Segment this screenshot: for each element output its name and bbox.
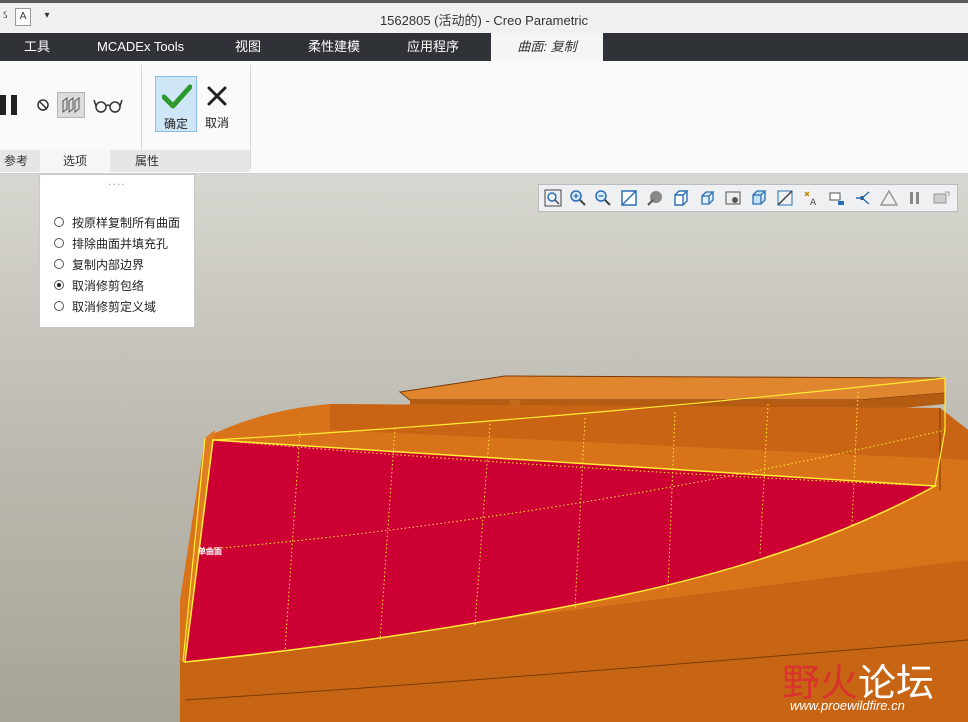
title-bar: ઽ A ▾ 1562805 (活动的) - Creo Parametric <box>0 0 968 33</box>
tab-references[interactable]: 参考 <box>0 150 38 172</box>
glasses-icon[interactable] <box>93 96 123 114</box>
option-copy-inside-boundary[interactable]: 复制内部边界 <box>54 255 144 273</box>
saved-orientations-icon[interactable] <box>697 188 717 208</box>
options-panel: .... 按原样复制所有曲面 排除曲面并填充孔 复制内部边界 取消修剪包络 取消… <box>39 174 195 328</box>
axis-icon[interactable] <box>853 188 873 208</box>
check-icon <box>162 84 192 109</box>
surface-label: 单曲面 <box>198 547 222 556</box>
radio-exclude-fill-holes[interactable] <box>54 238 64 248</box>
warning-icon[interactable] <box>879 188 899 208</box>
menu-view[interactable]: 视图 <box>235 33 261 61</box>
annotation-icon[interactable]: A <box>801 188 821 208</box>
ribbon: 参考 选项 属性 <box>0 61 968 174</box>
zoom-out-icon[interactable] <box>593 188 613 208</box>
option-label: 复制内部边界 <box>72 257 145 272</box>
preview-toggle-button[interactable] <box>57 92 85 118</box>
refit-icon[interactable] <box>543 188 563 208</box>
close-icon <box>207 86 227 106</box>
panel-grip[interactable]: .... <box>40 175 194 188</box>
radio-copy-all-surfaces[interactable] <box>54 217 64 227</box>
zoom-in-icon[interactable] <box>568 188 588 208</box>
menu-applications[interactable]: 应用程序 <box>407 33 459 61</box>
menu-mcadex-tools[interactable]: MCADEx Tools <box>97 33 184 61</box>
tab-surface-copy[interactable]: 曲面: 复制 <box>491 33 603 61</box>
datum-display-icon[interactable] <box>775 188 795 208</box>
ribbon-subtabs: 参考 选项 属性 <box>0 150 250 172</box>
cancel-button[interactable]: 取消 <box>200 76 234 132</box>
option-untrim-envelope[interactable]: 取消修剪包络 <box>54 276 144 294</box>
spin-center-icon[interactable] <box>827 188 847 208</box>
next-icon[interactable] <box>931 188 951 208</box>
named-views-icon[interactable] <box>671 188 691 208</box>
menu-flexible-modeling[interactable]: 柔性建模 <box>308 33 360 61</box>
verify-model-icon <box>62 97 80 113</box>
option-exclude-fill-holes[interactable]: 排除曲面并填充孔 <box>54 234 168 252</box>
option-untrim-domain[interactable]: 取消修剪定义域 <box>54 297 156 315</box>
ok-label: 确定 <box>163 117 188 131</box>
radio-untrim-envelope[interactable] <box>54 280 64 290</box>
tab-options[interactable]: 选项 <box>40 150 110 172</box>
perspective-icon[interactable] <box>723 188 743 208</box>
option-label: 取消修剪包络 <box>72 278 145 293</box>
option-label: 按原样复制所有曲面 <box>72 215 181 230</box>
menu-tools[interactable]: 工具 <box>24 33 50 61</box>
repaint-icon[interactable] <box>619 188 639 208</box>
ok-button[interactable]: 确定 <box>155 76 197 132</box>
radio-untrim-domain[interactable] <box>54 301 64 311</box>
display-style-icon[interactable] <box>645 188 665 208</box>
option-label: 排除曲面并填充孔 <box>72 236 169 251</box>
pause-icon[interactable] <box>905 188 925 208</box>
section-icon[interactable] <box>749 188 769 208</box>
tab-properties[interactable]: 属性 <box>112 150 182 172</box>
watermark-url: www.proewildfire.cn <box>790 698 905 713</box>
window-title: 1562805 (活动的) - Creo Parametric <box>379 13 589 28</box>
menu-bar: 工具 MCADEx Tools 视图 柔性建模 应用程序 曲面: 复制 <box>0 33 968 61</box>
pause-icon[interactable] <box>0 93 22 117</box>
option-copy-all-surfaces[interactable]: 按原样复制所有曲面 <box>54 213 180 231</box>
radio-copy-inside-boundary[interactable] <box>54 259 64 269</box>
cancel-label: 取消 <box>204 116 229 130</box>
view-toolbar: A <box>538 184 958 212</box>
ribbon-separator <box>250 65 251 169</box>
option-label: 取消修剪定义域 <box>72 299 157 314</box>
no-entry-icon[interactable] <box>36 98 50 112</box>
svg-text:A: A <box>810 198 817 208</box>
